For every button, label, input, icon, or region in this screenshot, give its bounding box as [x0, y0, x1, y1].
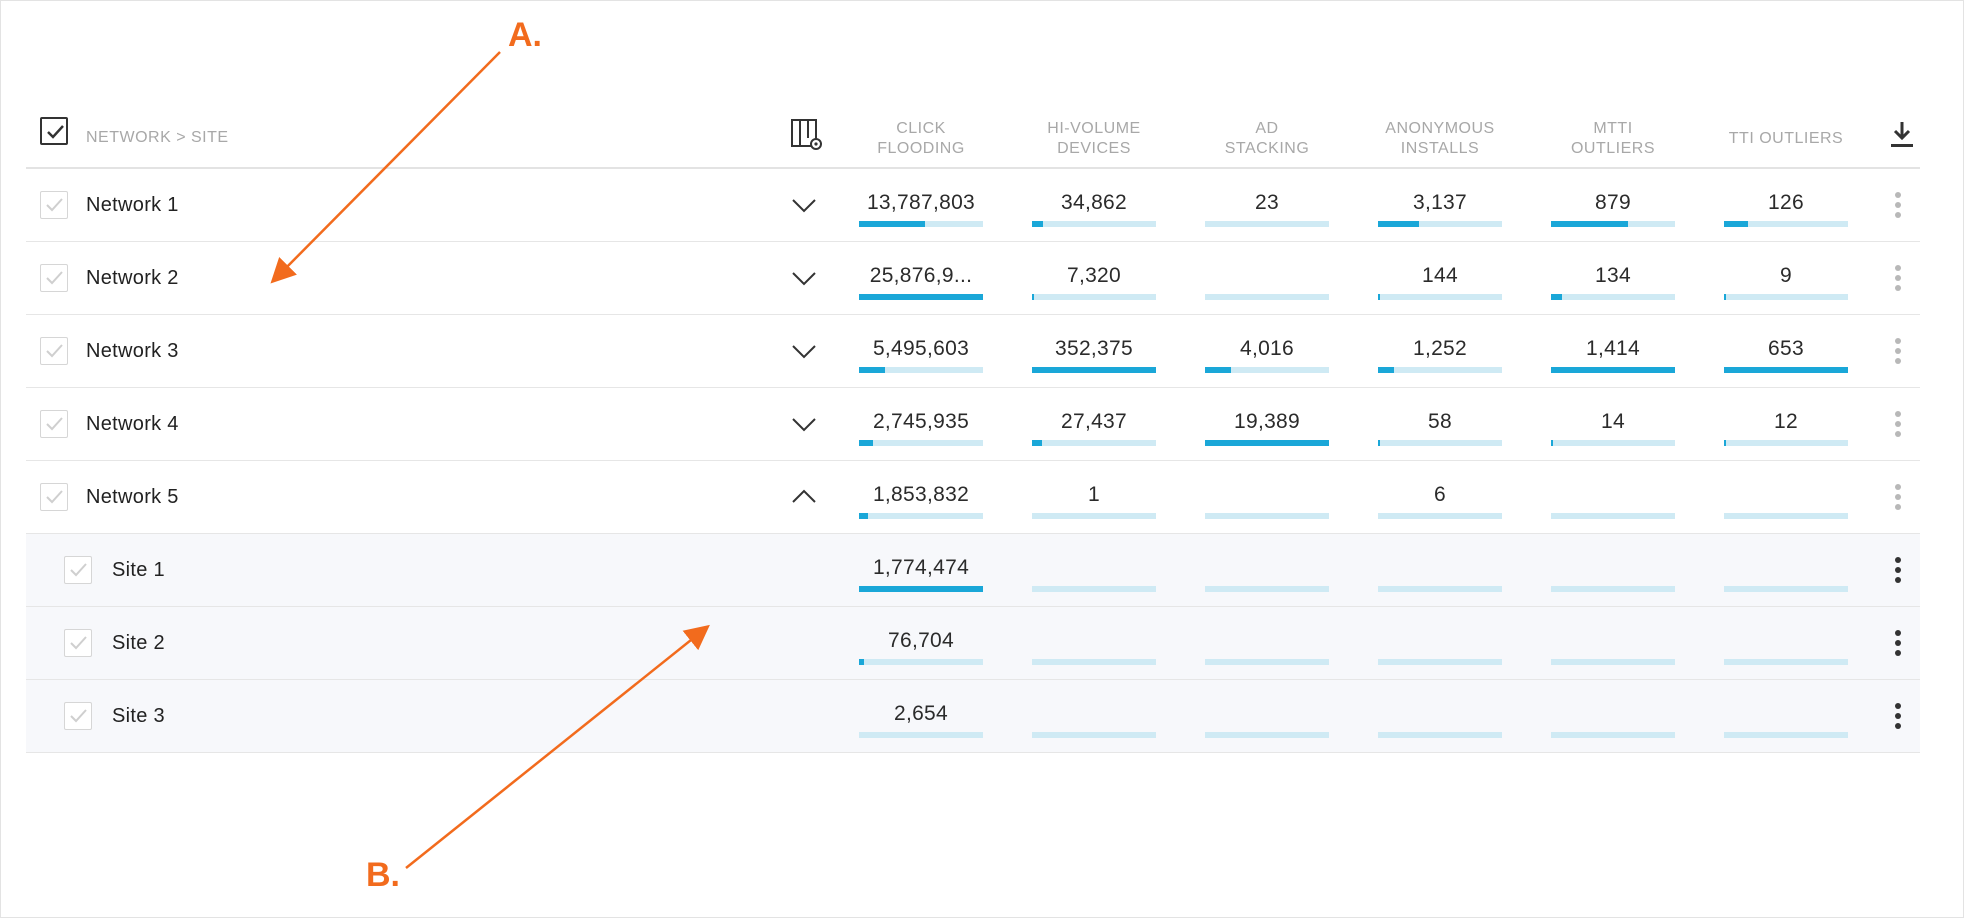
arrow-a: [270, 51, 501, 284]
arrow-b: [405, 624, 710, 869]
annotation-arrows: [270, 51, 710, 869]
